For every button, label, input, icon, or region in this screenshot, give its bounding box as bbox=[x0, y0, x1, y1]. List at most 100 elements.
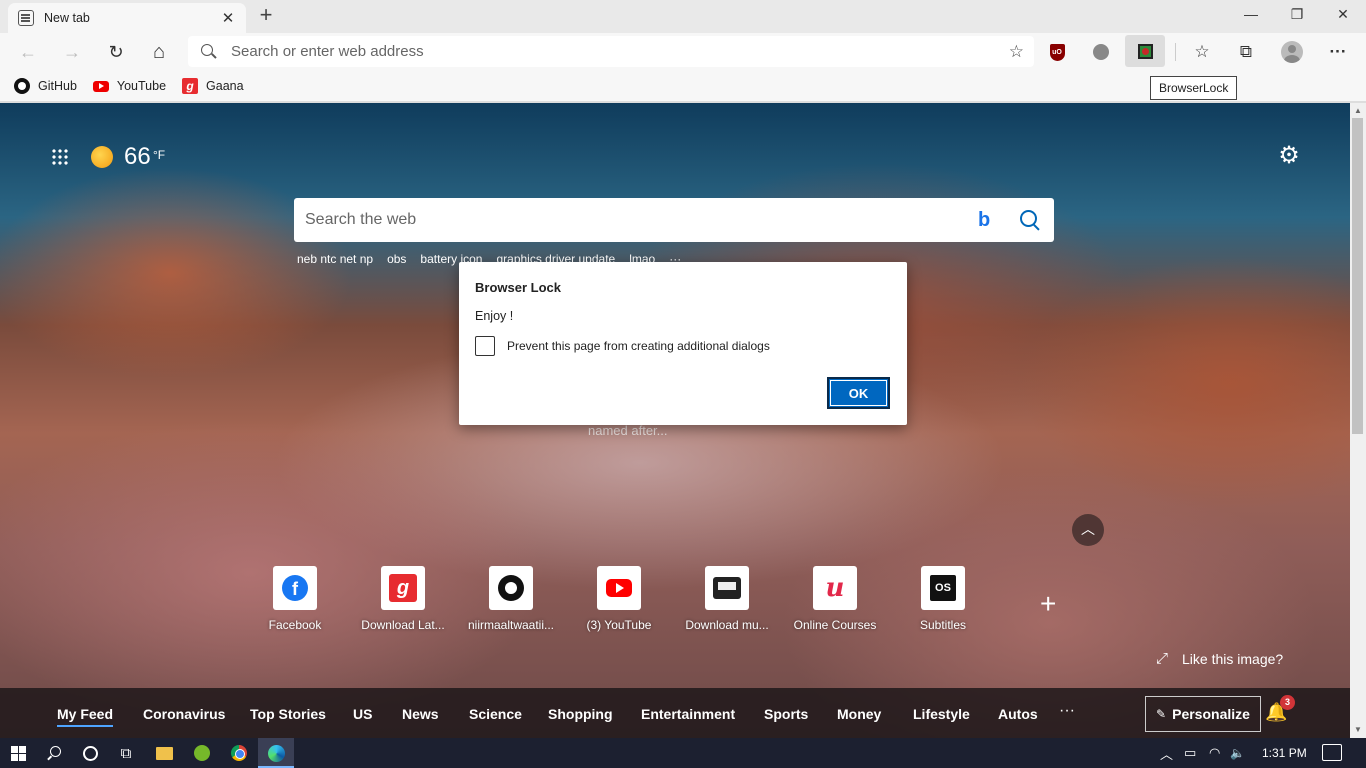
like-image-link[interactable]: ⤢ Like this image? bbox=[1156, 650, 1283, 667]
browserlock-extension-button[interactable] bbox=[1125, 35, 1165, 67]
favorites-button[interactable]: ☆ bbox=[1188, 38, 1216, 66]
trending-item[interactable]: neb ntc net np bbox=[297, 252, 373, 266]
feed-tab-news[interactable]: News bbox=[402, 706, 439, 722]
edge-icon bbox=[267, 744, 285, 762]
refresh-button[interactable]: ↻ bbox=[102, 38, 130, 66]
feed-tab-coronavirus[interactable]: Coronavirus bbox=[143, 706, 225, 722]
quick-links: f Facebook g Download Lat... niirmaaltwa… bbox=[0, 566, 1350, 636]
feed-more-button[interactable]: ··· bbox=[1059, 702, 1075, 720]
file-explorer-button[interactable] bbox=[146, 738, 182, 768]
extension-button[interactable] bbox=[1088, 39, 1114, 65]
personalize-label: Personalize bbox=[1172, 706, 1250, 722]
utorrent-button[interactable] bbox=[184, 738, 220, 768]
web-search-box[interactable]: b bbox=[294, 198, 1054, 242]
windows-logo-icon bbox=[10, 745, 26, 761]
add-site-button[interactable]: + bbox=[1040, 588, 1056, 620]
trending-item[interactable]: obs bbox=[387, 252, 406, 266]
scrollbar-thumb[interactable] bbox=[1352, 118, 1363, 434]
app-launcher-icon[interactable] bbox=[51, 148, 69, 166]
weather-temperature[interactable]: 66 bbox=[124, 143, 151, 171]
feed-tab-us[interactable]: US bbox=[353, 706, 372, 722]
image-caption[interactable]: named after... bbox=[588, 423, 668, 438]
quick-link-download-lat[interactable]: g Download Lat... bbox=[353, 566, 453, 632]
minimize-button[interactable]: — bbox=[1228, 0, 1274, 30]
quick-link-label: Download mu... bbox=[685, 618, 769, 632]
scroll-up-arrow-icon[interactable]: ▲ bbox=[1350, 104, 1366, 118]
edge-button[interactable] bbox=[258, 738, 294, 768]
github-icon bbox=[498, 575, 524, 601]
profile-avatar[interactable] bbox=[1281, 41, 1303, 63]
quick-link-facebook[interactable]: f Facebook bbox=[245, 566, 345, 632]
wifi-icon[interactable]: ◠ bbox=[1209, 738, 1220, 768]
feed-tab-science[interactable]: Science bbox=[469, 706, 522, 722]
search-icon bbox=[47, 746, 61, 760]
page-settings-gear-icon[interactable]: ⚙ bbox=[1276, 143, 1302, 169]
expand-icon: ⤢ bbox=[1156, 650, 1169, 667]
scroll-down-arrow-icon[interactable]: ▼ bbox=[1350, 723, 1366, 737]
feed-tab-sports[interactable]: Sports bbox=[764, 706, 808, 722]
collections-button[interactable]: ⧉ bbox=[1232, 38, 1260, 66]
windows-taskbar: ⧉ ︿ ▭ ◠ 🔈 1:31 PM bbox=[0, 738, 1366, 768]
tab-close-icon[interactable]: ✕ bbox=[218, 9, 238, 27]
ublock-extension-button[interactable]: uO bbox=[1044, 39, 1070, 65]
feed-tab-lifestyle[interactable]: Lifestyle bbox=[913, 706, 970, 722]
home-button[interactable]: ⌂ bbox=[145, 38, 173, 66]
quick-link-download-mu[interactable]: Download mu... bbox=[677, 566, 777, 632]
favorite-gaana[interactable]: g Gaana bbox=[182, 78, 244, 94]
collapse-button[interactable]: ︿ bbox=[1072, 514, 1104, 546]
ok-button[interactable]: OK bbox=[827, 377, 890, 409]
action-center-icon[interactable] bbox=[1322, 744, 1342, 761]
address-input[interactable] bbox=[231, 43, 1009, 60]
youtube-icon bbox=[92, 80, 109, 92]
browser-toolbar: ← → ↻ ⌂ ☆ uO ☆ ⧉ ··· bbox=[0, 33, 1366, 71]
sunny-weather-icon[interactable] bbox=[91, 146, 113, 168]
search-icon[interactable] bbox=[1020, 210, 1040, 230]
chrome-button[interactable] bbox=[221, 738, 257, 768]
settings-more-button[interactable]: ··· bbox=[1324, 38, 1352, 66]
quick-link-online-courses[interactable]: u Online Courses bbox=[785, 566, 885, 632]
github-icon bbox=[14, 78, 30, 94]
cortana-button[interactable] bbox=[72, 738, 108, 768]
feed-tab-autos[interactable]: Autos bbox=[998, 706, 1038, 722]
quick-link-github[interactable]: niirmaaltwaatii... bbox=[461, 566, 561, 632]
feed-tab-shopping[interactable]: Shopping bbox=[548, 706, 613, 722]
bing-logo-icon[interactable]: b bbox=[978, 210, 994, 230]
add-favorite-icon[interactable]: ☆ bbox=[1009, 42, 1024, 62]
quick-link-label: Download Lat... bbox=[361, 618, 445, 632]
tab-new-tab[interactable]: New tab ✕ bbox=[8, 3, 246, 33]
extension-tooltip: BrowserLock bbox=[1150, 76, 1238, 100]
toolbar-divider bbox=[1175, 43, 1176, 61]
taskbar-search-button[interactable] bbox=[36, 738, 72, 768]
tray-chevron-icon[interactable]: ︿ bbox=[1160, 738, 1173, 768]
favorite-youtube[interactable]: YouTube bbox=[92, 78, 166, 94]
taskbar-clock[interactable]: 1:31 PM bbox=[1262, 738, 1307, 768]
battery-icon[interactable]: ▭ bbox=[1184, 738, 1196, 768]
quick-link-label: Facebook bbox=[268, 618, 322, 632]
utorrent-icon bbox=[194, 745, 210, 761]
personalize-button[interactable]: ✎ Personalize bbox=[1145, 696, 1261, 732]
new-tab-button[interactable]: + bbox=[254, 4, 278, 28]
feed-tab-money[interactable]: Money bbox=[837, 706, 881, 722]
prevent-dialogs-checkbox[interactable] bbox=[475, 336, 495, 356]
restore-button[interactable]: ❐ bbox=[1274, 0, 1320, 30]
address-bar[interactable]: ☆ bbox=[188, 36, 1034, 67]
feed-tab-my-feed[interactable]: My Feed bbox=[57, 706, 114, 727]
search-icon bbox=[200, 43, 218, 61]
favorite-github[interactable]: GitHub bbox=[14, 78, 77, 94]
favorite-label: Gaana bbox=[206, 79, 244, 93]
gaana-icon: g bbox=[182, 78, 199, 94]
opensubtitles-icon: OS bbox=[930, 575, 956, 601]
quick-link-youtube[interactable]: (3) YouTube bbox=[569, 566, 669, 632]
quick-link-subtitles[interactable]: OS Subtitles bbox=[893, 566, 993, 632]
prevent-dialogs-label[interactable]: Prevent this page from creating addition… bbox=[507, 339, 770, 353]
volume-icon[interactable]: 🔈 bbox=[1230, 738, 1245, 768]
task-view-button[interactable]: ⧉ bbox=[108, 738, 144, 768]
forward-button[interactable]: → bbox=[58, 38, 86, 66]
feed-tab-entertainment[interactable]: Entertainment bbox=[641, 706, 735, 722]
folder-icon bbox=[155, 746, 173, 760]
start-button[interactable] bbox=[0, 738, 36, 768]
web-search-input[interactable] bbox=[305, 211, 978, 229]
close-window-button[interactable]: ✕ bbox=[1320, 0, 1366, 30]
back-button[interactable]: ← bbox=[14, 38, 42, 66]
feed-tab-top-stories[interactable]: Top Stories bbox=[250, 706, 326, 722]
